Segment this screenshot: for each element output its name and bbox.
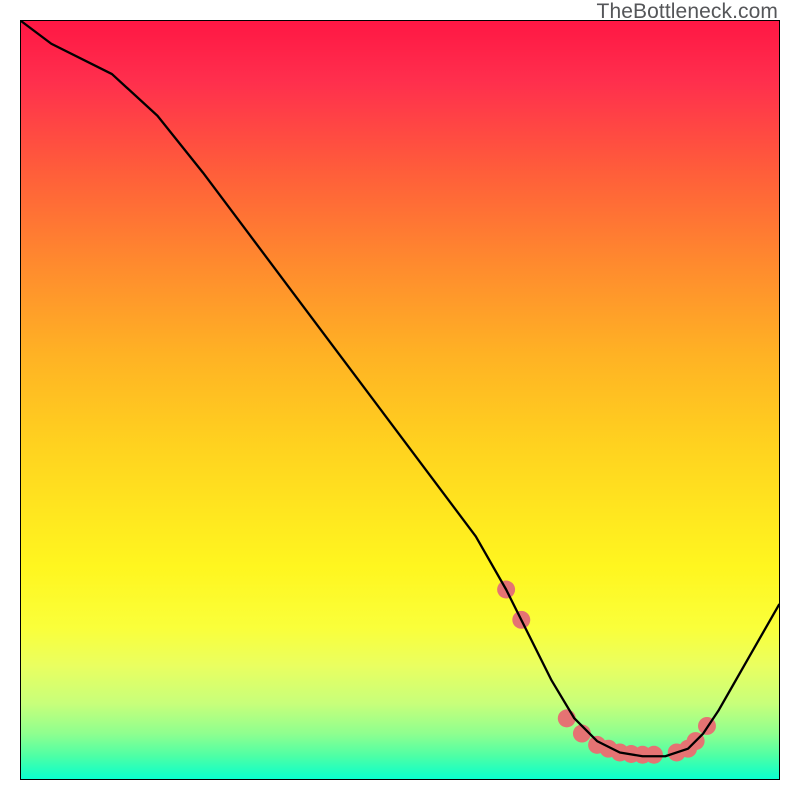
chart-svg xyxy=(21,21,779,779)
marker-dot xyxy=(645,746,663,764)
chart-container: TheBottleneck.com xyxy=(0,0,800,800)
plot-area xyxy=(20,20,780,780)
curve-line xyxy=(21,21,779,756)
markers-group xyxy=(497,581,716,764)
